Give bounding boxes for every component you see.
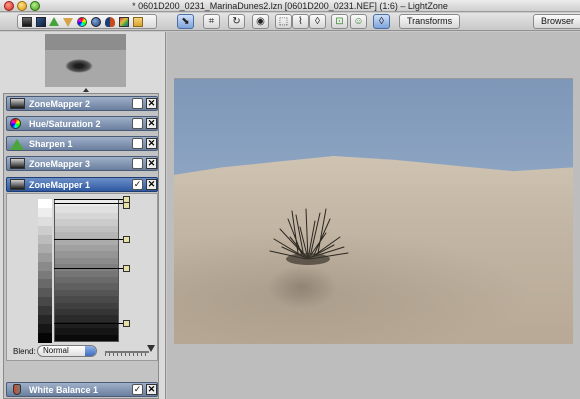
tool-delete-button[interactable]: ✕ xyxy=(146,179,157,190)
tool-header-zonemapper-2[interactable]: ZoneMapper 2 ✕ xyxy=(6,96,158,111)
tool-enable-checkbox[interactable] xyxy=(132,158,143,169)
zone-divider[interactable] xyxy=(54,199,126,200)
preview-collapse-handle[interactable] xyxy=(83,88,89,92)
region-rect-button[interactable]: ⬚ xyxy=(275,14,292,29)
rotate-icon: ↻ xyxy=(232,16,241,27)
region-spline-icon: ⌇ xyxy=(298,16,303,27)
dune-shading xyxy=(174,219,573,344)
region-rect-icon: ⬚ xyxy=(278,16,289,27)
drop-icon: ◊ xyxy=(315,16,320,27)
bush-shadow xyxy=(267,265,337,309)
zone-ramp xyxy=(38,199,52,343)
window-title: * 0601D200_0231_MarinaDunes2.lzn [0601D2… xyxy=(132,1,448,11)
photo[interactable] xyxy=(174,78,573,344)
slider-ticks xyxy=(105,353,149,356)
title-bar: * 0601D200_0231_MarinaDunes2.lzn [0601D2… xyxy=(0,0,580,12)
image-view[interactable] xyxy=(167,32,580,399)
zone-map-step xyxy=(55,334,118,342)
relight-icon[interactable] xyxy=(36,17,46,27)
opacity-slider[interactable] xyxy=(105,344,155,356)
hue-saturation-icon[interactable] xyxy=(77,17,87,27)
tool-stack: ZoneMapper 2 ✕ Hue/Saturation 2 ✕ Sharpe… xyxy=(3,93,159,399)
invert-region-button[interactable]: ◊ xyxy=(373,14,390,29)
preview-bush xyxy=(65,59,93,73)
tool-header-hue-saturation-2[interactable]: Hue/Saturation 2 ✕ xyxy=(6,116,158,131)
sharpen-icon[interactable] xyxy=(49,17,59,26)
sharpen-icon xyxy=(10,139,24,150)
zonemapper-panel: Blend: Normal xyxy=(6,193,158,361)
blend-mode-select[interactable]: Normal xyxy=(37,345,97,357)
crop-icon: ⌗ xyxy=(208,16,215,27)
tool-name: ZoneMapper 2 xyxy=(29,99,91,109)
toolbar: ⬊ ⌗ ↻ ◉ ⬚ ⌇ ◊ ⊡ ☺ ◊ Transforms Browser xyxy=(0,13,580,31)
zone-handle[interactable] xyxy=(123,320,130,327)
tool-enable-checkbox[interactable] xyxy=(132,138,143,149)
tool-enable-checkbox[interactable] xyxy=(132,118,143,129)
tool-header-white-balance-1[interactable]: White Balance 1 ✓ ✕ xyxy=(6,382,158,397)
tool-header-zonemapper-3[interactable]: ZoneMapper 3 ✕ xyxy=(6,156,158,171)
navigator-preview[interactable] xyxy=(45,34,126,87)
zonemapper-icon xyxy=(10,98,25,109)
clone-icon[interactable] xyxy=(133,17,143,27)
hue-saturation-icon xyxy=(10,118,21,129)
zonemapper-icon xyxy=(10,158,25,169)
tool-delete-button[interactable]: ✕ xyxy=(146,158,157,169)
crop-tool-button[interactable]: ⌗ xyxy=(203,14,220,29)
tool-name: ZoneMapper 1 xyxy=(29,180,91,190)
zonemapper-icon xyxy=(10,179,25,190)
tool-header-zonemapper-1[interactable]: ZoneMapper 1 ✓ ✕ xyxy=(6,177,158,192)
lock-icon: ⊡ xyxy=(335,16,344,27)
transforms-button[interactable]: Transforms xyxy=(399,14,461,29)
tool-palette xyxy=(17,14,157,29)
eye-tool-button[interactable]: ◉ xyxy=(252,14,269,29)
arrow-icon: ⬊ xyxy=(181,16,190,27)
tool-name: Sharpen 1 xyxy=(29,139,73,149)
tool-header-sharpen-1[interactable]: Sharpen 1 ✕ xyxy=(6,136,158,151)
blend-mode-value: Normal xyxy=(43,346,69,355)
region-color-button[interactable]: ◊ xyxy=(309,14,326,29)
white-balance-icon[interactable] xyxy=(105,17,115,27)
drop-selected-icon: ◊ xyxy=(379,16,384,27)
blend-label: Blend: xyxy=(13,347,36,356)
zonemapper-icon[interactable] xyxy=(22,17,32,27)
person-button[interactable]: ☺ xyxy=(350,14,367,29)
tool-name: White Balance 1 xyxy=(29,385,99,395)
browser-button[interactable]: Browser xyxy=(533,14,580,29)
zone-divider[interactable] xyxy=(54,239,126,240)
zone-handle[interactable] xyxy=(123,202,130,209)
dry-bush xyxy=(269,208,349,265)
zone-divider[interactable] xyxy=(54,203,126,204)
tool-enable-checkbox[interactable] xyxy=(132,98,143,109)
tool-enable-checkbox[interactable]: ✓ xyxy=(132,384,143,395)
tool-enable-checkbox[interactable]: ✓ xyxy=(132,179,143,190)
zone-handle[interactable] xyxy=(123,236,130,243)
tool-name: Hue/Saturation 2 xyxy=(29,119,101,129)
tool-name: ZoneMapper 3 xyxy=(29,159,91,169)
white-balance-icon xyxy=(13,384,21,395)
arrow-tool-button[interactable]: ⬊ xyxy=(177,14,194,29)
color-balance-icon[interactable] xyxy=(91,17,101,27)
noise-icon[interactable] xyxy=(63,18,73,27)
tool-delete-button[interactable]: ✕ xyxy=(146,98,157,109)
tool-delete-button[interactable]: ✕ xyxy=(146,138,157,149)
slider-knob[interactable] xyxy=(147,345,155,352)
channel-mixer-icon[interactable] xyxy=(119,17,129,27)
left-panel: ZoneMapper 2 ✕ Hue/Saturation 2 ✕ Sharpe… xyxy=(0,32,166,399)
person-icon: ☺ xyxy=(353,16,364,27)
rotate-tool-button[interactable]: ↻ xyxy=(228,14,245,29)
preview-sky xyxy=(45,34,126,50)
chevron-down-icon xyxy=(85,346,96,356)
zone-divider[interactable] xyxy=(54,268,126,269)
tool-delete-button[interactable]: ✕ xyxy=(146,118,157,129)
zone-step xyxy=(38,333,52,343)
eye-icon: ◉ xyxy=(256,16,265,27)
region-spline-button[interactable]: ⌇ xyxy=(292,14,309,29)
zone-handle[interactable] xyxy=(123,265,130,272)
zone-divider[interactable] xyxy=(54,323,126,324)
lock-button[interactable]: ⊡ xyxy=(331,14,348,29)
tool-delete-button[interactable]: ✕ xyxy=(146,384,157,395)
zone-map[interactable] xyxy=(54,199,119,342)
